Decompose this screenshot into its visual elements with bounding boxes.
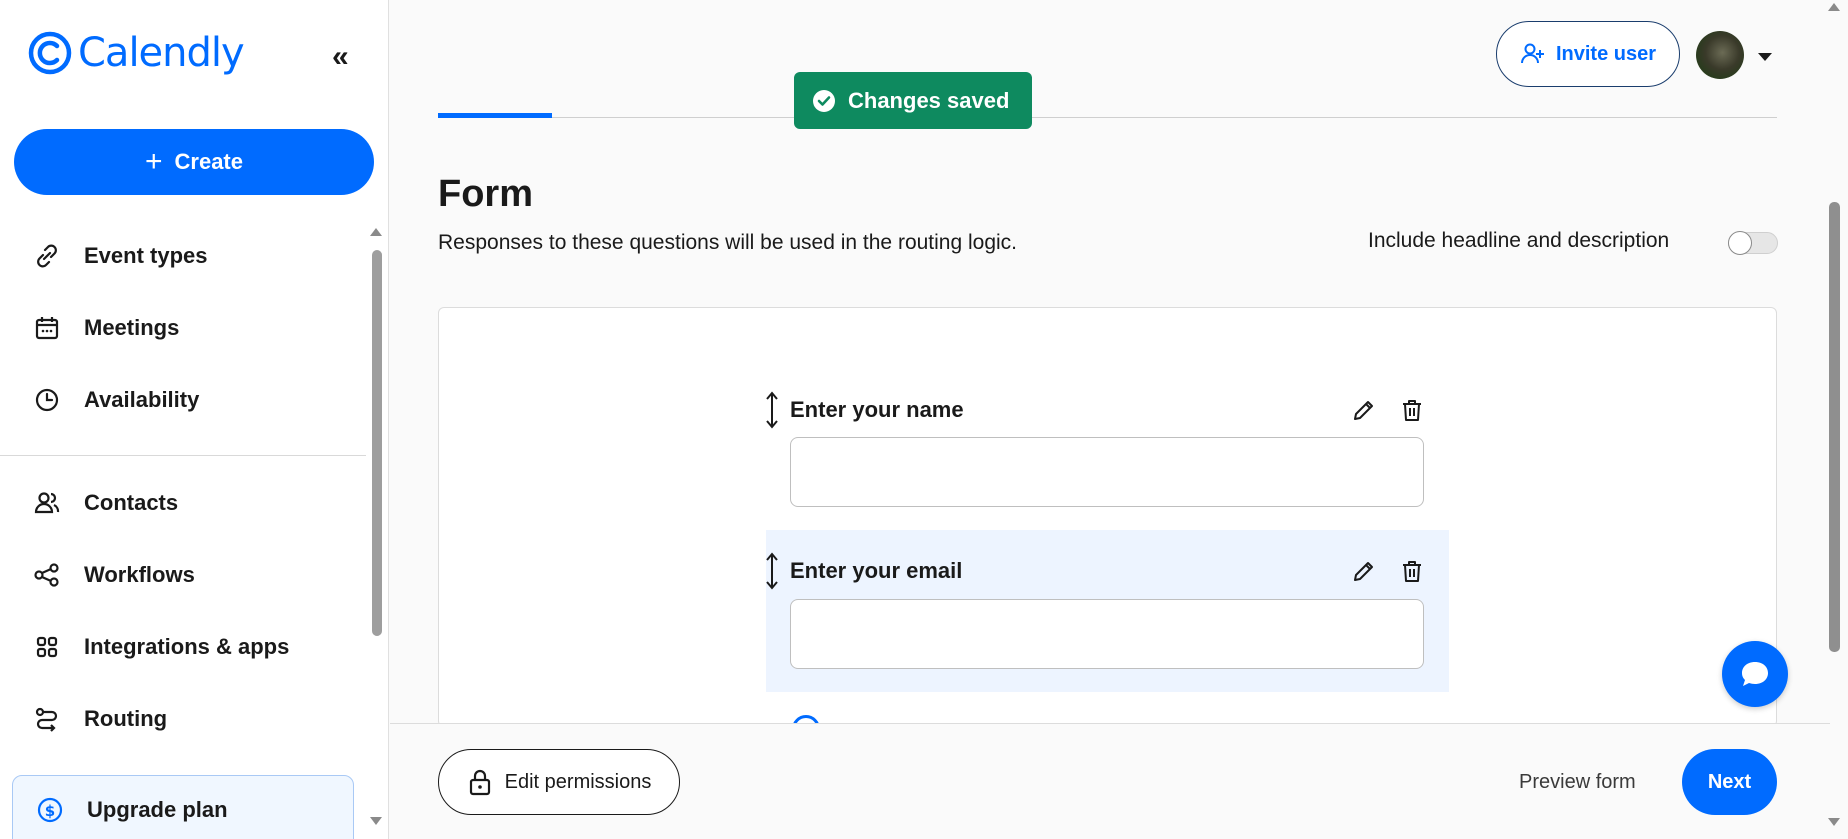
main-scroll-down-icon[interactable] xyxy=(1828,818,1840,826)
preview-form-link[interactable]: Preview form xyxy=(1519,771,1636,794)
tab-active-indicator[interactable] xyxy=(438,113,552,118)
sidebar-scrollbar[interactable] xyxy=(372,250,382,636)
clock-icon xyxy=(35,388,59,412)
main-scrollbar[interactable] xyxy=(1829,202,1840,652)
dollar-icon: $ xyxy=(37,797,63,823)
name-input[interactable] xyxy=(790,437,1424,507)
avatar[interactable] xyxy=(1696,31,1744,79)
lock-icon xyxy=(469,769,490,796)
upgrade-label: Upgrade plan xyxy=(87,797,228,822)
form-description: Responses to these questions will be use… xyxy=(438,231,1018,254)
next-button[interactable]: Next xyxy=(1682,749,1777,815)
field-label: Enter your name xyxy=(790,397,964,422)
edit-permissions-button[interactable]: Edit permissions xyxy=(438,749,680,815)
chat-button[interactable] xyxy=(1722,641,1788,707)
chevron-down-icon[interactable] xyxy=(1758,53,1772,61)
add-user-icon xyxy=(1520,43,1544,64)
plus-icon: + xyxy=(144,145,163,178)
check-circle-icon xyxy=(813,89,835,112)
create-button[interactable]: + Create xyxy=(14,129,374,195)
sidebar-item-label: Workflows xyxy=(84,562,195,587)
sidebar-item-availability[interactable]: Availability xyxy=(32,385,199,415)
pencil-icon[interactable] xyxy=(1349,395,1379,425)
sidebar: Calendly « + Create Event types Meetings… xyxy=(0,0,389,839)
sidebar-item-event-types[interactable]: Event types xyxy=(32,241,208,271)
changes-saved-toast: Changes saved xyxy=(794,72,1032,129)
field-label: Enter your email xyxy=(790,558,963,583)
calendar-icon xyxy=(35,317,59,340)
workflows-icon xyxy=(34,563,59,587)
upgrade-plan-button[interactable]: $ Upgrade plan xyxy=(12,775,354,839)
sidebar-item-label: Contacts xyxy=(84,490,179,515)
include-headline-label: Include headline and description xyxy=(1368,229,1670,252)
page-title: Form xyxy=(438,173,533,215)
sidebar-item-routing[interactable]: Routing xyxy=(32,704,167,734)
main-scroll-up-icon[interactable] xyxy=(1828,3,1840,11)
toggle-knob xyxy=(1728,231,1752,255)
sidebar-item-workflows[interactable]: Workflows xyxy=(32,560,195,590)
create-label: Create xyxy=(174,149,243,174)
tab-bar xyxy=(438,117,1777,118)
toast-text: Changes saved xyxy=(848,87,1010,113)
sidebar-item-contacts[interactable]: Contacts xyxy=(32,488,178,518)
routing-icon xyxy=(35,707,58,732)
email-input[interactable] xyxy=(790,599,1424,669)
sidebar-item-integrations[interactable]: Integrations & apps xyxy=(32,632,289,662)
calendly-logo[interactable]: Calendly xyxy=(28,30,245,76)
invite-user-button[interactable]: Invite user xyxy=(1496,21,1680,87)
link-icon xyxy=(37,244,57,268)
drag-handle-icon[interactable] xyxy=(764,390,780,430)
collapse-sidebar-icon[interactable]: « xyxy=(332,40,349,74)
calendly-logo-icon xyxy=(28,31,72,75)
trash-icon[interactable] xyxy=(1397,556,1427,586)
edit-permissions-label: Edit permissions xyxy=(504,770,652,793)
svg-text:$: $ xyxy=(45,802,55,820)
sidebar-item-label: Integrations & apps xyxy=(84,634,290,659)
sidebar-scroll-up-icon[interactable] xyxy=(370,228,382,236)
chat-icon xyxy=(1742,662,1768,686)
invite-user-label: Invite user xyxy=(1555,42,1657,65)
trash-icon[interactable] xyxy=(1397,395,1427,425)
grid-icon xyxy=(36,636,58,658)
logo-text: Calendly xyxy=(78,30,245,76)
drag-handle-icon[interactable] xyxy=(764,551,780,591)
sidebar-item-label: Routing xyxy=(84,706,168,731)
sidebar-item-label: Meetings xyxy=(84,315,180,340)
pencil-icon[interactable] xyxy=(1349,556,1379,586)
sidebar-scroll-down-icon[interactable] xyxy=(370,817,382,825)
sidebar-item-label: Availability xyxy=(84,387,200,412)
sidebar-item-label: Event types xyxy=(84,243,208,268)
sidebar-item-meetings[interactable]: Meetings xyxy=(32,313,179,343)
sidebar-divider xyxy=(0,455,366,456)
contacts-icon xyxy=(34,492,60,514)
